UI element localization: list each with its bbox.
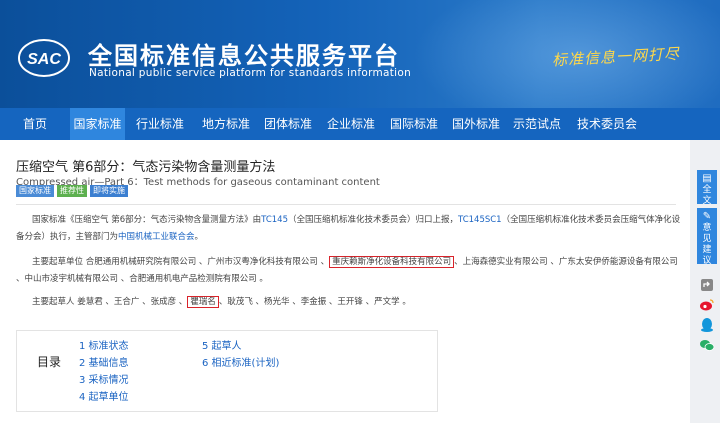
document-icon: ▤ (702, 173, 712, 184)
qq-icon (701, 318, 713, 332)
table-of-contents: 目录 1 标准状态 2 基础信息 3 采标情况 4 起草单位 5 起草人 6 相… (16, 330, 438, 412)
toc-item-related[interactable]: 6 相近标准(计划) (202, 354, 279, 369)
tc145sc1-link[interactable]: TC145SC1 (458, 215, 502, 225)
toc-item-drafting-units[interactable]: 4 起草单位 (79, 388, 129, 403)
toc-item-status[interactable]: 1 标准状态 (79, 337, 129, 352)
qq-share[interactable] (697, 316, 717, 334)
badge-national: 国家标准 (16, 185, 54, 197)
nav-item-national[interactable]: 国家标准 (70, 108, 125, 140)
site-subtitle: National public service platform for sta… (89, 67, 412, 79)
nav-item-home[interactable]: 首页 (0, 108, 70, 140)
nav-item-foreign[interactable]: 国外标准 (445, 108, 507, 140)
site-title: 全国标准信息公共服务平台 (88, 42, 400, 70)
badge-row: 国家标准 推荐性 即将实施 (16, 185, 128, 197)
nav-item-pilot[interactable]: 示范试点 (507, 108, 567, 140)
nav-item-committee[interactable]: 技术委员会 (567, 108, 647, 140)
share-icon (701, 279, 713, 291)
drafters-paragraph: 主要起草人 姜慧君 、王合广 、张成彦 、瞿瑞名 、耿茂飞 、杨光华 、李金振 、… (32, 296, 411, 308)
badge-upcoming: 即将实施 (90, 185, 128, 197)
highlighted-unit: 重庆赖斯净化设备科技有限公司 (329, 256, 455, 268)
toc-item-adoption[interactable]: 3 采标情况 (79, 371, 129, 386)
nav-item-local[interactable]: 地方标准 (195, 108, 257, 140)
badge-recommended: 推荐性 (57, 185, 87, 197)
nav-item-international[interactable]: 国际标准 (383, 108, 445, 140)
edit-icon: ✎ (702, 211, 712, 222)
nav-item-group[interactable]: 团体标准 (257, 108, 319, 140)
share-button[interactable] (697, 276, 717, 294)
header-banner: SAC 全国标准信息公共服务平台 National public service… (0, 0, 720, 108)
divider (16, 204, 676, 205)
nav-item-industry[interactable]: 行业标准 (125, 108, 195, 140)
tc145-link[interactable]: TC145 (261, 215, 288, 225)
logo-text: SAC (27, 51, 61, 68)
toc-label: 目录 (37, 355, 62, 369)
sac-logo: SAC (18, 39, 70, 77)
nav-item-enterprise[interactable]: 企业标准 (319, 108, 383, 140)
drafting-units-paragraph: 主要起草单位 合肥通用机械研究院有限公司 、广州市汉粤净化科技有限公司 、重庆赖… (16, 256, 678, 284)
toc-item-basic-info[interactable]: 2 基础信息 (79, 354, 129, 369)
standard-detail: 压缩空气 第6部分：气态污染物含量测量方法 Compressed air—Par… (0, 140, 690, 423)
department-link[interactable]: 中国机械工业联合会 (118, 232, 195, 242)
wechat-share[interactable] (697, 336, 717, 354)
weibo-share[interactable] (697, 296, 717, 314)
feedback-button[interactable]: ✎ 意见建议 (697, 208, 717, 266)
main-nav: 首页 国家标准 行业标准 地方标准 团体标准 企业标准 国际标准 国外标准 示范… (0, 108, 720, 140)
intro-paragraph: 国家标准《压缩空气 第6部分：气态污染物含量测量方法》由TC145（全国压缩机标… (16, 215, 681, 242)
wechat-icon (700, 340, 715, 351)
fulltext-button[interactable]: ▤ 全文 (697, 170, 717, 206)
highlighted-drafter: 瞿瑞名 (187, 296, 219, 308)
toc-item-drafters[interactable]: 5 起草人 (202, 337, 242, 352)
weibo-icon (700, 299, 714, 311)
